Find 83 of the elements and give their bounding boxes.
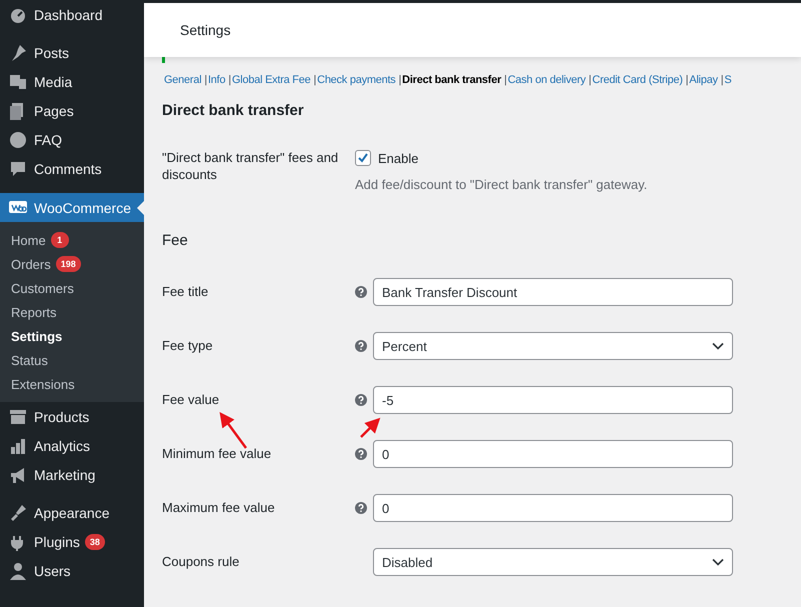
menu-item[interactable]: WooCommerce: [0, 193, 144, 222]
tab-link[interactable]: Direct bank transfer: [402, 74, 502, 86]
submenu-item[interactable]: Reports: [0, 300, 144, 324]
help-icon[interactable]: [355, 340, 367, 352]
notice-edge: [162, 57, 165, 63]
tab-separator: |: [504, 74, 507, 86]
submenu-item[interactable]: Extensions: [0, 372, 144, 396]
menu-label: Analytics: [34, 438, 90, 454]
menu-label: Appearance: [34, 504, 110, 520]
tab-link[interactable]: S: [724, 74, 732, 86]
tab-separator: |: [314, 74, 316, 86]
menu-label: Users: [34, 562, 71, 578]
submenu-item[interactable]: Orders 198: [0, 252, 144, 276]
count-badge: 38: [84, 534, 105, 550]
section-title: Fee: [162, 232, 189, 249]
menu-label: Pages: [34, 102, 74, 118]
help-icon[interactable]: [355, 448, 367, 460]
tab-separator: |: [228, 74, 231, 86]
field-label: Fee type: [162, 338, 214, 352]
menu-label: Dashboard: [34, 6, 102, 22]
help-icon[interactable]: [355, 394, 367, 406]
menu-label: Media: [34, 74, 72, 90]
submenu-item[interactable]: Settings: [0, 324, 144, 348]
tab-link[interactable]: Credit Card (Stripe): [592, 74, 683, 86]
checkbox-label: Enable: [378, 150, 418, 166]
menu-label: Marketing: [34, 466, 96, 482]
tab-separator: |: [204, 74, 207, 86]
section-title: Direct bank transfer: [162, 102, 305, 119]
field-description: Add fee/discount to "Direct bank transfer" gateway.: [355, 177, 648, 192]
annotation-arrow: [220, 412, 247, 449]
count-badge: 198: [56, 256, 81, 272]
page-title: Settings: [180, 22, 231, 38]
checkbox[interactable]: [355, 150, 371, 166]
menu-item[interactable]: Marketing: [0, 460, 144, 489]
menu-label: FAQ: [34, 132, 62, 148]
menu-label: Posts: [34, 44, 70, 60]
count-badge: 1: [50, 232, 69, 248]
tab-link[interactable]: Global Extra Fee: [232, 74, 311, 86]
tab-separator: |: [398, 74, 402, 86]
menu-item[interactable]: Products: [0, 402, 144, 431]
submenu-item[interactable]: Customers: [0, 276, 144, 300]
menu-item[interactable]: Analytics: [0, 431, 144, 460]
select-field[interactable]: Disabled: [373, 548, 733, 576]
text-field[interactable]: -5: [373, 386, 733, 414]
menu-label: WooCommerce: [34, 200, 131, 216]
annotation-arrow: [360, 418, 380, 438]
select-field[interactable]: Percent: [373, 332, 733, 360]
text-field[interactable]: 0: [373, 494, 733, 522]
field-label: Fee title: [162, 284, 210, 298]
menu-label: Plugins: [34, 534, 80, 550]
menu-label: Products: [34, 408, 90, 424]
person-icon: [8, 560, 28, 580]
field-label: Coupons rule: [162, 554, 240, 568]
menu-item[interactable]: Pages: [0, 96, 144, 125]
field-label: Minimum fee value: [162, 446, 272, 460]
text-field[interactable]: 0: [373, 440, 733, 468]
submenu-item[interactable]: Home 1: [0, 228, 144, 252]
help-icon[interactable]: [355, 286, 367, 298]
chevron-down-icon: [712, 342, 724, 350]
tab-link[interactable]: Cash on delivery: [508, 74, 586, 86]
tab-link[interactable]: General: [164, 74, 202, 86]
submenu-item[interactable]: Status: [0, 348, 144, 372]
menu-item[interactable]: Users: [0, 556, 144, 585]
tab-link[interactable]: Check payments: [317, 74, 396, 86]
text-field[interactable]: Bank Transfer Discount: [373, 278, 733, 306]
help-icon[interactable]: [355, 502, 367, 514]
tab-link[interactable]: Alipay: [689, 74, 718, 86]
chevron-down-icon: [712, 558, 724, 566]
menu-item[interactable]: Appearance: [0, 498, 144, 527]
field-label: Maximum fee value: [162, 500, 276, 514]
menu-item[interactable]: Comments: [0, 154, 144, 183]
field-label: "Direct bank transfer" fees and discounts: [162, 149, 340, 184]
field-label: Fee value: [162, 392, 220, 406]
tab-separator: |: [686, 74, 688, 86]
tab-separator: |: [720, 74, 724, 86]
menu-item[interactable]: Posts: [0, 38, 144, 67]
menu-item[interactable]: FAQ: [0, 125, 144, 154]
tab-separator: |: [588, 74, 592, 86]
menu-item[interactable]: Plugins 38: [0, 527, 144, 556]
tab-link[interactable]: Info: [208, 74, 226, 86]
menu-item[interactable]: Dashboard: [0, 0, 144, 29]
menu-label: Comments: [34, 160, 102, 176]
menu-item[interactable]: Media: [0, 67, 144, 96]
